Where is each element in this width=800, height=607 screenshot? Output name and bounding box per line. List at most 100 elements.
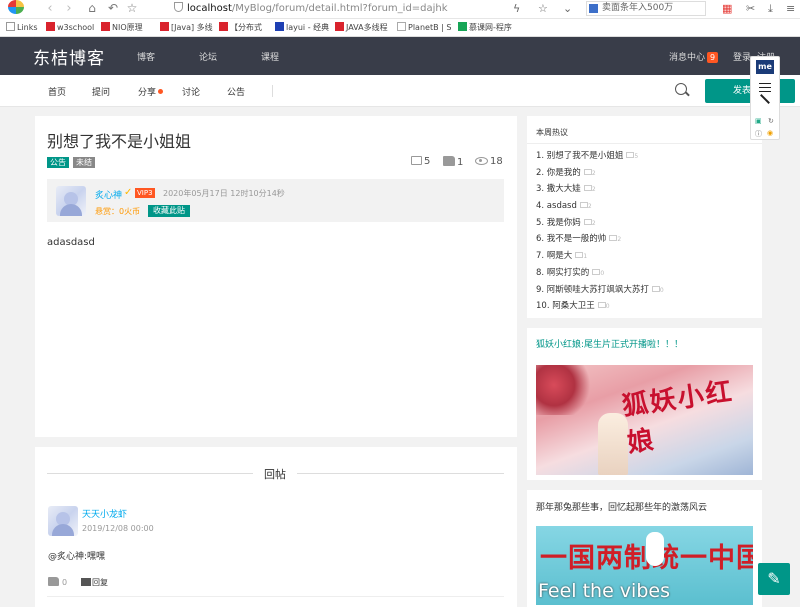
- reply-text: @炙心神:嘿嘿: [48, 552, 106, 562]
- csdn-icon: [160, 22, 169, 31]
- login-link[interactable]: 登录: [733, 50, 751, 63]
- hot-topic-item[interactable]: 8. 啊实打实的 0: [536, 267, 756, 284]
- undo-icon[interactable]: ↶: [106, 1, 120, 15]
- hot-topic-item[interactable]: 5. 我是你妈 2: [536, 217, 756, 234]
- w3school-icon: [46, 22, 55, 31]
- folder-icon: [6, 22, 15, 31]
- hot-topic-item[interactable]: 2. 你是我的 2: [536, 167, 756, 184]
- csdn-icon: [219, 22, 228, 31]
- apps-grid-icon[interactable]: ▦: [722, 2, 732, 15]
- comment-icon: [579, 202, 588, 209]
- promo-1-image[interactable]: 狐妖小红娘: [536, 365, 753, 475]
- csdn-icon: [101, 22, 110, 31]
- comment-icon: [583, 168, 592, 175]
- post-title: 别想了我不是小姐姐: [47, 132, 192, 151]
- bookmark-planetb[interactable]: PlanetB | S: [397, 22, 451, 34]
- comment-icon: [411, 156, 422, 165]
- subnav-share[interactable]: 分享: [138, 85, 164, 98]
- reply-button[interactable]: 回复: [81, 577, 108, 588]
- download-icon[interactable]: ⤓: [768, 2, 773, 16]
- dropdown-icon[interactable]: ⌄: [563, 2, 572, 15]
- sub-navigation: 首页 提问 分享 讨论 公告 发表新帖: [0, 75, 800, 107]
- reply-like-button[interactable]: 0: [48, 577, 67, 587]
- hot-topic-item[interactable]: 10. 阿桑大卫王 0: [536, 300, 756, 317]
- thumbs-up-icon: [443, 156, 455, 166]
- reply-author-name[interactable]: 天天小龙虾: [82, 507, 127, 520]
- bookmark-distributed[interactable]: 【分布式: [219, 22, 262, 34]
- url-host: localhost: [187, 3, 232, 14]
- hot-topic-item[interactable]: 9. 阿斯顿哇大苏打飒飒大苏打 0: [536, 284, 756, 301]
- like-count[interactable]: 1: [443, 156, 463, 168]
- edit-fab-button[interactable]: ✎: [758, 563, 790, 595]
- comment-count: 5: [411, 156, 430, 167]
- hot-topic-item[interactable]: 4. asdasd 2: [536, 200, 756, 217]
- magic-wand-icon[interactable]: [760, 94, 770, 104]
- bookmarks-bar: Links w3school NIO原理 [Java] 多线 【分布式 layu…: [0, 19, 800, 37]
- site-header: 东桔博客 博客 论坛 课程 消息中心9 登录 注册: [0, 37, 800, 75]
- home-icon[interactable]: ⌂: [85, 1, 99, 15]
- replies-divider-left: [47, 473, 253, 474]
- me-icon[interactable]: me: [756, 60, 774, 74]
- subnav-discuss[interactable]: 讨论: [182, 85, 200, 98]
- hot-topic-item[interactable]: 3. 撒大大娃 2: [536, 183, 756, 200]
- hot-topic-item[interactable]: 7. 啊是大 1: [536, 250, 756, 267]
- subnav-divider: [272, 85, 273, 97]
- post-date: 2020年05月17日 12时10分14秒: [163, 189, 285, 198]
- info-icon[interactable]: ⓘ: [755, 129, 762, 139]
- browser-toolbar: ‹ › ⌂ ↶ ☆ localhost/MyBlog/forum/detail.…: [0, 0, 800, 19]
- shield-icon: [174, 2, 183, 12]
- reply-icon: [81, 578, 91, 586]
- hot-topic-item[interactable]: 6. 我不是一般的帅 2: [536, 233, 756, 250]
- author-avatar[interactable]: [56, 186, 86, 216]
- nav-blog[interactable]: 博客: [137, 50, 155, 63]
- flash-icon[interactable]: ϟ: [513, 2, 520, 15]
- forward-arrow-icon[interactable]: ›: [62, 1, 76, 16]
- collect-button[interactable]: 收藏此贴: [148, 205, 190, 217]
- nav-forum[interactable]: 论坛: [199, 50, 217, 63]
- page-icon: [397, 22, 406, 31]
- tag-unsolved: 未结: [73, 157, 95, 168]
- bookmark-star-icon[interactable]: ☆: [125, 1, 139, 15]
- back-arrow-icon[interactable]: ‹: [43, 1, 57, 16]
- bookmark-layui[interactable]: layui - 经典: [275, 22, 329, 34]
- hot-topics-list: 1. 别想了我不是小姐姐 5 2. 你是我的 2 3. 撒大大娃 2 4. asdas…: [536, 150, 756, 317]
- bookmark-java[interactable]: [Java] 多线: [160, 22, 213, 34]
- comment-icon: [583, 218, 592, 225]
- search-icon[interactable]: [675, 83, 687, 95]
- subnav-question[interactable]: 提问: [92, 85, 110, 98]
- translate-icon[interactable]: ▣: [755, 117, 762, 125]
- url-path: /MyBlog/forum/detail.html?forum_id=dajhk: [231, 3, 448, 14]
- reply-avatar[interactable]: [48, 506, 78, 536]
- tag-notice: 公告: [47, 157, 69, 168]
- site-logo[interactable]: 东桔博客: [33, 44, 105, 69]
- verified-icon: ✓: [124, 187, 133, 198]
- eye-toggle-icon[interactable]: ◉: [767, 129, 773, 137]
- subnav-home[interactable]: 首页: [48, 85, 66, 98]
- tree-shape: [536, 365, 596, 415]
- nav-course[interactable]: 课程: [261, 50, 279, 63]
- csdn-icon: [335, 22, 344, 31]
- message-center[interactable]: 消息中心 9: [669, 50, 719, 63]
- promo-1-calligraphy: 狐妖小红娘: [620, 376, 736, 459]
- hot-topic-item[interactable]: 1. 别想了我不是小姐姐 5: [536, 150, 756, 167]
- reply-divider: [47, 596, 504, 597]
- bookmark-w3school[interactable]: w3school: [46, 22, 94, 34]
- view-count: 18: [475, 156, 503, 167]
- bookmark-imooc[interactable]: 慕课网-程序: [458, 22, 512, 34]
- promo-1-title[interactable]: 狐妖小红娘:尾生片正式开播啦！！！: [536, 337, 683, 350]
- subnav-notice[interactable]: 公告: [227, 85, 245, 98]
- news-search-box[interactable]: 卖面条年入500万: [586, 1, 706, 16]
- bunny-shape: [646, 532, 664, 566]
- promo-2-title[interactable]: 那年那兔那些事，回忆起那些年的激荡风云: [536, 500, 707, 513]
- hamburger-icon[interactable]: [759, 83, 771, 92]
- bookmark-nio[interactable]: NIO原理: [101, 22, 143, 34]
- promo-2-image[interactable]: 一国两制统一中国 Feel the vibes: [536, 526, 753, 605]
- refresh-icon[interactable]: ↻: [768, 117, 774, 125]
- menu-icon[interactable]: ≡: [786, 2, 795, 15]
- author-name[interactable]: 炙心神: [95, 188, 122, 201]
- replies-divider-right: [297, 473, 504, 474]
- scissors-icon[interactable]: ✂: [746, 2, 755, 15]
- bookmark-java-thread[interactable]: JAVA多线程: [335, 22, 388, 34]
- favorite-star-icon[interactable]: ☆: [538, 2, 548, 15]
- bookmark-links[interactable]: Links: [6, 22, 38, 34]
